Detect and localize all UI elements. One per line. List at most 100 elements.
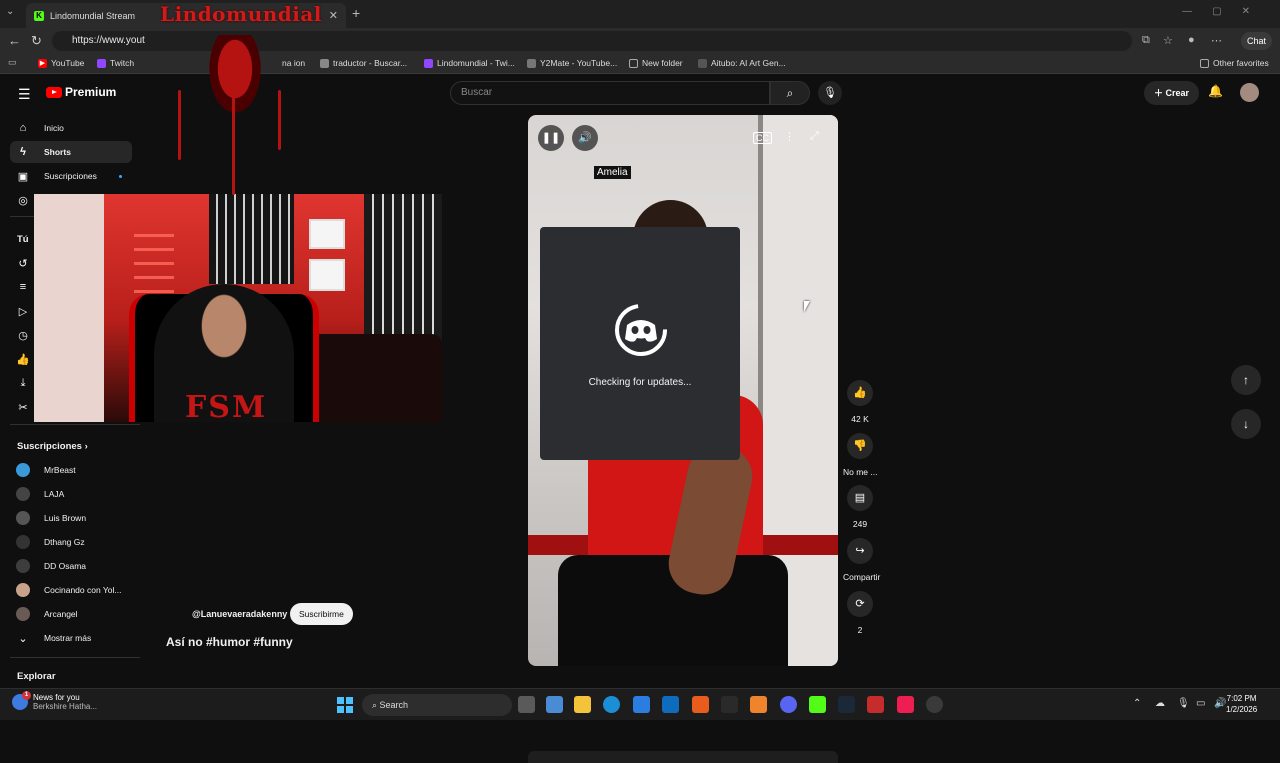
system-clock[interactable]: 7:02 PM 1/2/2026: [1226, 693, 1257, 715]
thumbs-up-icon[interactable]: 👍: [847, 380, 873, 406]
remix-action[interactable]: ⟳ 2: [843, 591, 877, 635]
profile-icon[interactable]: ●: [1188, 34, 1195, 46]
app-icon[interactable]: [750, 696, 767, 713]
like-action[interactable]: 👍 42 K: [843, 380, 877, 424]
next-short-preview[interactable]: [528, 751, 838, 763]
collections-icon[interactable]: ▭: [8, 57, 17, 68]
remix-icon[interactable]: ⟳: [847, 591, 873, 617]
sidebar-item-shorts[interactable]: ϟ Shorts: [10, 141, 132, 163]
sidebar-item-suscripciones[interactable]: ▣ Suscripciones: [10, 165, 132, 187]
youtube-play-icon: [46, 86, 62, 98]
bookmark-new-folder[interactable]: New folder: [629, 58, 683, 68]
voice-search-button[interactable]: 🎙: [818, 81, 842, 105]
edge-icon[interactable]: [603, 696, 620, 713]
taskbar-search[interactable]: ⌕ Search: [362, 694, 512, 716]
webcam-curtain: [209, 194, 294, 284]
subscription-item[interactable]: Arcangel: [10, 603, 132, 625]
back-icon[interactable]: ←: [8, 33, 21, 48]
other-favorites[interactable]: Other favorites: [1200, 58, 1269, 68]
bing-icon: [320, 58, 329, 68]
discord-icon[interactable]: [780, 696, 797, 713]
display-icon[interactable]: ▭: [1196, 698, 1205, 709]
outlook-icon[interactable]: [662, 696, 679, 713]
subscribe-button[interactable]: Suscribirme: [290, 603, 353, 625]
tiktok-icon[interactable]: [897, 696, 914, 713]
store-icon[interactable]: [633, 696, 650, 713]
subscription-item[interactable]: Luis Brown: [10, 507, 132, 529]
file-explorer-icon[interactable]: [574, 696, 591, 713]
youtube-logo[interactable]: Premium: [46, 85, 116, 99]
new-tab-button[interactable]: +: [352, 5, 360, 21]
close-tab-icon[interactable]: ✕: [329, 9, 338, 22]
sidebar-item-inicio[interactable]: ⌂ Inicio: [10, 117, 132, 139]
app-icon[interactable]: [692, 696, 709, 713]
chevron-up-icon[interactable]: ⌃: [1133, 698, 1141, 709]
search-input[interactable]: Buscar: [450, 81, 770, 105]
app-icon[interactable]: [926, 696, 943, 713]
show-more-button[interactable]: ⌄ Mostrar más: [10, 627, 132, 649]
onedrive-icon[interactable]: ☁: [1155, 698, 1165, 709]
clock-date: 1/2/2026: [1226, 705, 1258, 714]
comment-icon[interactable]: ▤: [847, 485, 873, 511]
account-avatar[interactable]: [1240, 83, 1259, 102]
fullscreen-icon[interactable]: ⤢: [810, 130, 819, 143]
subscription-item[interactable]: DD Osama: [10, 555, 132, 577]
favorites-icon[interactable]: ☆: [1163, 34, 1173, 47]
subscription-item[interactable]: Dthang Gz: [10, 531, 132, 553]
notifications-bell-icon[interactable]: 🔔: [1208, 84, 1223, 98]
dislike-label: No me ...: [843, 467, 878, 477]
channel-handle[interactable]: @Lanuevaeradakenny: [192, 609, 287, 619]
video-name-tag: Amelia: [594, 166, 631, 179]
microphone-icon: 🎙: [823, 87, 837, 99]
bookmark-youtube[interactable]: ▶ YouTube: [38, 58, 84, 68]
widgets-icon[interactable]: [546, 696, 563, 713]
share-icon[interactable]: ↪: [847, 538, 873, 564]
thumbs-down-icon[interactable]: 👎: [847, 433, 873, 459]
search-button[interactable]: ⌕: [770, 81, 810, 105]
tab-actions-icon[interactable]: ⌄: [6, 6, 14, 17]
bookmark-lindomundial-twitch[interactable]: Lindomundial - Twi...: [424, 58, 515, 68]
arrow-up-icon: ↑: [1243, 373, 1249, 387]
clock-time: 7:02 PM: [1226, 694, 1257, 703]
share-action[interactable]: ↪ Compartir: [843, 538, 880, 582]
window-controls[interactable]: —▢✕: [1182, 6, 1270, 17]
bookmark-twitch[interactable]: Twitch: [97, 58, 134, 68]
bookmark-aitubo[interactable]: Aitubo: AI Art Gen...: [698, 58, 786, 68]
subscription-item[interactable]: MrBeast: [10, 459, 132, 481]
channel-avatar: [16, 511, 30, 525]
epic-games-icon[interactable]: [721, 696, 738, 713]
subscriptions-heading[interactable]: Suscripciones ›: [17, 441, 88, 452]
search-icon: ⌕: [786, 86, 794, 100]
comments-action[interactable]: ▤ 249: [843, 485, 877, 529]
steam-icon[interactable]: [838, 696, 855, 713]
music-icon: ◎: [18, 194, 28, 207]
subscription-item[interactable]: LAJA: [10, 483, 132, 505]
copilot-chat-button[interactable]: Chat: [1240, 32, 1272, 50]
task-view-icon[interactable]: [518, 696, 535, 713]
more-icon[interactable]: ⋯: [1211, 34, 1222, 47]
streamer-webcam: [34, 194, 442, 422]
pause-button[interactable]: ❚❚: [538, 125, 564, 151]
bookmark-traductor[interactable]: traductor - Buscar...: [320, 58, 407, 68]
subscription-item[interactable]: Cocinando con Yol...: [10, 579, 132, 601]
reload-icon[interactable]: ↻: [31, 33, 42, 49]
bookmark-y2mate[interactable]: Y2Mate - YouTube...: [527, 58, 617, 68]
captions-icon[interactable]: CC: [753, 132, 772, 144]
pause-icon: ❚❚: [541, 132, 561, 144]
app-icon[interactable]: [867, 696, 884, 713]
microphone-tray-icon[interactable]: 🎙: [1177, 698, 1190, 709]
y2mate-icon: [527, 58, 536, 68]
create-button[interactable]: ＋ Crear: [1144, 81, 1200, 105]
extensions-icon[interactable]: ⧉: [1142, 34, 1150, 47]
dislike-action[interactable]: 👎 No me ...: [843, 433, 877, 477]
you-heading[interactable]: Tú: [17, 234, 29, 245]
more-options-icon[interactable]: ⋮: [784, 130, 795, 143]
news-widget[interactable]: 1 News for you Berkshire Hatha...: [12, 691, 97, 711]
volume-button[interactable]: 🔊: [572, 125, 598, 151]
start-button[interactable]: [337, 697, 353, 713]
previous-short-button[interactable]: ↑: [1231, 365, 1261, 395]
menu-icon[interactable]: ☰: [18, 86, 31, 103]
kick-icon[interactable]: [809, 696, 826, 713]
next-short-button[interactable]: ↓: [1231, 409, 1261, 439]
volume-tray-icon[interactable]: 🔊: [1214, 698, 1226, 709]
